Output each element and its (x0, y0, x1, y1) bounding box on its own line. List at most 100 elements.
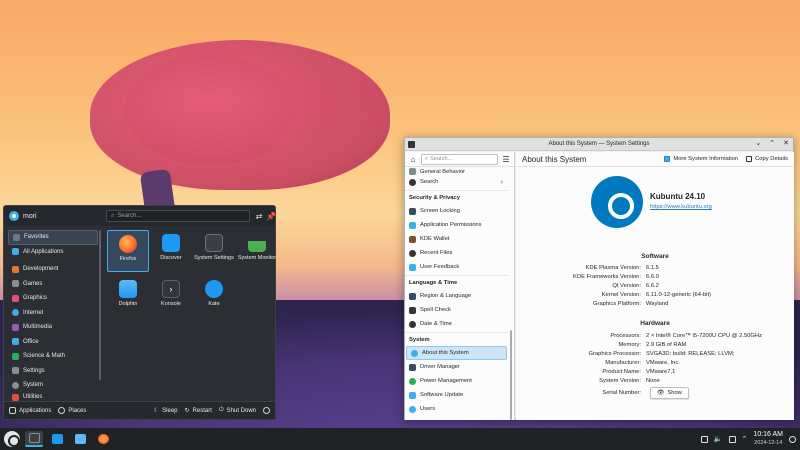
category-settings[interactable]: Settings (8, 364, 98, 379)
sidebar-item-software-update[interactable]: Software Update (405, 388, 508, 402)
taskbar-firefox[interactable] (94, 431, 112, 447)
sidebar-item-spell-check[interactable]: Spell Check (405, 303, 508, 317)
spell-check-icon (409, 306, 416, 314)
volume-icon[interactable]: 🔈 (714, 435, 723, 443)
sidebar-item-kde-wallet[interactable]: KDE Wallet (405, 232, 508, 246)
category-development[interactable]: Development (8, 262, 98, 277)
sidebar-item-power-management[interactable]: Power Management (405, 374, 508, 388)
info-key: Graphics Platform: (593, 301, 641, 307)
about-content: About this System More System Informatio… (516, 152, 794, 420)
digital-clock[interactable]: 10:16 AM 2024-12-14 (753, 431, 783, 447)
sidebar-item-driver-manager[interactable]: Driver Manager (405, 360, 508, 374)
category-label: System (23, 382, 44, 389)
distro-website-link[interactable]: https://www.kubuntu.org (650, 204, 712, 210)
sidebar-item-screen-locking[interactable]: Screen Locking (405, 204, 508, 218)
user-feedback-icon (409, 263, 416, 271)
pin-icon[interactable]: 📌 (265, 210, 277, 222)
applications-icon (9, 407, 16, 414)
sidebar-item-label: KDE Wallet (420, 236, 450, 242)
avatar[interactable] (9, 211, 19, 221)
info-value: SVGA3D; build: RELEASE; LLVM; (646, 351, 735, 357)
sidebar-item-label: Power Management (420, 378, 472, 384)
taskbar-system-settings[interactable] (25, 431, 43, 447)
software-update-icon (409, 391, 416, 399)
category-graphics[interactable]: Graphics (8, 291, 98, 306)
grid-icon (12, 248, 19, 256)
copy-icon (746, 156, 753, 162)
settings-sidebar: ⌂ ⌕ Search... ☰ General Behavior Search … (405, 152, 515, 420)
places-tab[interactable]: Places (58, 407, 86, 414)
configure-icon[interactable]: ⇄ (253, 210, 265, 222)
category-system[interactable]: System (8, 378, 98, 393)
more-options-button[interactable] (263, 407, 270, 414)
restart-button[interactable]: ↻ Restart (185, 407, 212, 415)
app-label: Discover (160, 255, 182, 261)
category-label: Internet (23, 309, 44, 316)
app-kate[interactable]: Kate (193, 276, 235, 318)
applications-tab[interactable]: Applications (9, 407, 51, 414)
sidebar-item-application-permissions[interactable]: Application Permissions (405, 218, 508, 232)
category-science-math[interactable]: Science & Math (8, 349, 98, 364)
chevron-up-icon[interactable]: ⌃ (742, 435, 748, 443)
info-key: Manufacturer: (605, 360, 641, 366)
info-icon (411, 349, 418, 357)
info-value: 2 × Intel® Core™ i5-7200U CPU @ 2.50GHz (646, 333, 762, 339)
category-all-applications[interactable]: All Applications (8, 245, 98, 260)
info-value: 6.11.0-12-generic (64-bit) (646, 292, 711, 298)
category-scrollbar[interactable] (99, 230, 101, 380)
sidebar-item-region-language[interactable]: Region & Language (405, 289, 508, 303)
application-launcher-icon[interactable] (4, 431, 20, 447)
sidebar-toolbar: ⌂ ⌕ Search... ☰ (405, 152, 514, 167)
places-icon (58, 407, 66, 414)
sidebar-item-about-this-system[interactable]: About this System (406, 346, 507, 360)
launcher-search-placeholder: Search... (117, 213, 142, 219)
show-desktop-icon[interactable] (789, 435, 796, 443)
games-icon (12, 280, 19, 288)
app-discover[interactable]: Discover (150, 230, 192, 272)
category-internet[interactable]: Internet (8, 306, 98, 321)
app-konsole[interactable]: › Konsole (150, 276, 192, 318)
category-label: Science & Math (23, 353, 66, 360)
sidebar-item-date-time[interactable]: Date & Time (405, 317, 508, 331)
maximize-icon[interactable]: ⌃ (769, 139, 775, 147)
home-icon[interactable]: ⌂ (408, 154, 418, 164)
category-multimedia[interactable]: Multimedia (8, 320, 98, 335)
more-system-information-button[interactable]: More System Information (664, 156, 738, 162)
app-dolphin[interactable]: Dolphin (107, 276, 149, 318)
clock-icon (409, 320, 416, 328)
multimedia-icon (12, 323, 19, 331)
category-games[interactable]: Games (8, 277, 98, 292)
sidebar-item-users[interactable]: Users (405, 402, 508, 416)
app-label: Konsole (161, 301, 181, 307)
sidebar-item-general-behavior[interactable]: General Behavior (405, 167, 508, 175)
close-icon[interactable]: ✕ (783, 139, 789, 147)
app-firefox[interactable]: Firefox (107, 230, 149, 272)
sidebar-item-search[interactable]: Search › (405, 175, 508, 189)
copy-details-button[interactable]: Copy Details (746, 156, 788, 162)
science-icon (12, 352, 19, 360)
restart-label: Restart (192, 407, 212, 414)
minimize-icon[interactable]: ⌄ (755, 139, 761, 147)
show-button-label: Show (667, 390, 682, 396)
sidebar-scrollbar[interactable] (510, 330, 512, 420)
sleep-button[interactable]: ☾ Sleep (154, 407, 178, 415)
taskbar-discover[interactable] (48, 431, 66, 447)
network-icon[interactable] (728, 435, 736, 443)
hamburger-menu-icon[interactable]: ☰ (501, 154, 511, 164)
sidebar-search-input[interactable]: ⌕ Search... (421, 153, 498, 165)
category-office[interactable]: Office (8, 335, 98, 350)
sidebar-section-system: System (405, 332, 508, 346)
sidebar-item-recent-files[interactable]: Recent Files (405, 246, 508, 260)
clipboard-icon[interactable] (700, 435, 708, 443)
firefox-icon (119, 235, 137, 253)
shutdown-button[interactable]: ⏻ Shut Down (219, 407, 256, 414)
category-favorites[interactable]: Favorites (8, 230, 98, 245)
app-system-settings[interactable]: System Settings (193, 230, 235, 272)
sidebar-item-user-feedback[interactable]: User Feedback (405, 260, 508, 274)
show-serial-button[interactable]: 👁 Show (650, 387, 689, 399)
info-value: 6.6.0 (646, 274, 659, 280)
app-system-monitor[interactable]: System Monitor (236, 230, 278, 272)
taskbar-dolphin[interactable] (71, 431, 89, 447)
window-titlebar[interactable]: About this System — System Settings ⌄ ⌃ … (405, 138, 793, 151)
launcher-search-input[interactable]: ⌕ Search... (106, 210, 250, 222)
